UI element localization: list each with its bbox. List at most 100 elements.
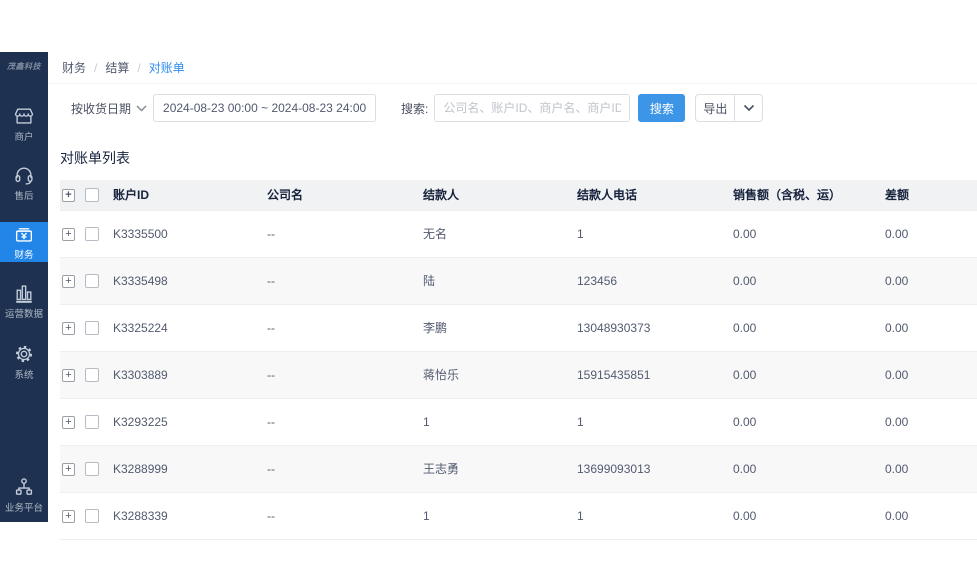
sidebar-item-system[interactable]: 系统 bbox=[0, 342, 48, 382]
sidebar-item-label: 运营数据 bbox=[5, 309, 43, 320]
table-row: + K3303889 -- 蒋怡乐 15915435851 0.00 0.00 bbox=[60, 351, 977, 399]
cell-account-id: K3325224 bbox=[113, 304, 267, 352]
cell-diff: 0.00 bbox=[885, 257, 977, 305]
cell-account-id: K3335500 bbox=[113, 209, 267, 258]
cell-payee: 蒋怡乐 bbox=[423, 351, 577, 399]
sidebar-nav: 商户 售后 财务 运营数据 系统 业务平台 bbox=[0, 104, 48, 515]
statement-table-body: + K3335500 -- 无名 1 0.00 0.00 + K3335498 … bbox=[60, 209, 977, 540]
gear-icon bbox=[12, 343, 36, 365]
cell-diff: 0.00 bbox=[885, 398, 977, 446]
search-input[interactable] bbox=[434, 94, 631, 122]
cell-payee: 李鹏 bbox=[423, 304, 577, 352]
cell-diff: 0.00 bbox=[885, 304, 977, 352]
expand-row-button[interactable]: + bbox=[62, 462, 75, 476]
expand-all-button[interactable]: + bbox=[62, 188, 75, 202]
row-checkbox[interactable] bbox=[85, 367, 99, 382]
cell-diff: 0.00 bbox=[885, 209, 977, 258]
table-row: + K3335498 -- 陆 123456 0.00 0.00 bbox=[60, 257, 977, 305]
expand-row-button[interactable]: + bbox=[62, 415, 75, 429]
date-range-value: 2024-08-23 00:00 ~ 2024-08-23 24:00 bbox=[163, 101, 367, 115]
breadcrumb: 财务 / 结算 / 对账单 bbox=[48, 52, 977, 84]
sidebar-item-aftersale[interactable]: 售后 bbox=[0, 163, 48, 203]
select-all-checkbox[interactable] bbox=[85, 188, 99, 203]
cell-account-id: K3288999 bbox=[113, 445, 267, 493]
org-network-icon bbox=[12, 476, 36, 498]
main-content: 财务 / 结算 / 对账单 按收货日期 2024-08-23 00:00 ~ 2… bbox=[48, 52, 977, 577]
app-logo: 茂鑫科技 bbox=[7, 61, 41, 71]
cell-account-id: K3288339 bbox=[113, 492, 267, 540]
cell-payee: 陆 bbox=[423, 257, 577, 305]
breadcrumb-item-statement: 对账单 bbox=[148, 61, 185, 75]
column-header-account-id: 账户ID bbox=[113, 188, 150, 203]
sidebar-item-label: 系统 bbox=[14, 370, 34, 381]
sidebar-item-merchant[interactable]: 商户 bbox=[0, 104, 48, 144]
cell-company: -- bbox=[267, 398, 423, 446]
cell-payee-phone: 13048930373 bbox=[577, 304, 733, 352]
cell-sales: 0.00 bbox=[733, 445, 885, 493]
sidebar-item-label: 财务 bbox=[14, 250, 34, 261]
cell-payee-phone: 123456 bbox=[577, 257, 733, 305]
date-range-input[interactable]: 2024-08-23 00:00 ~ 2024-08-23 24:00 bbox=[153, 94, 377, 122]
cell-diff: 0.00 bbox=[885, 351, 977, 399]
column-header-diff: 差额 bbox=[885, 188, 910, 203]
row-checkbox[interactable] bbox=[85, 414, 99, 429]
breadcrumb-item-settlement[interactable]: 结算 bbox=[105, 59, 129, 76]
expand-row-button[interactable]: + bbox=[62, 274, 75, 288]
search-button[interactable]: 搜索 bbox=[638, 94, 686, 122]
table-row: + K3293225 -- 1 1 0.00 0.00 bbox=[60, 398, 977, 446]
expand-row-button[interactable]: + bbox=[62, 509, 75, 523]
row-checkbox[interactable] bbox=[85, 508, 99, 523]
sidebar-item-finance[interactable]: 财务 bbox=[0, 222, 48, 262]
cell-account-id: K3293225 bbox=[113, 398, 267, 446]
cell-payee-phone: 1 bbox=[577, 209, 733, 258]
filter-bar: 按收货日期 2024-08-23 00:00 ~ 2024-08-23 24:0… bbox=[48, 84, 977, 134]
cell-diff: 0.00 bbox=[885, 445, 977, 493]
expand-row-button[interactable]: + bbox=[62, 227, 75, 241]
column-header-company: 公司名 bbox=[267, 188, 304, 203]
table-row: + K3288339 -- 1 1 0.00 0.00 bbox=[60, 492, 977, 540]
row-checkbox[interactable] bbox=[85, 273, 99, 288]
search-label: 搜索: bbox=[401, 101, 429, 116]
table-header-row: + 账户ID 公司名 结款人 结款人电话 销售额（含税、运） 差额 bbox=[60, 180, 977, 210]
export-split-button: 导出 bbox=[695, 94, 764, 122]
date-type-label: 按收货日期 bbox=[71, 101, 132, 116]
row-checkbox[interactable] bbox=[85, 226, 99, 241]
bar-chart-icon bbox=[12, 282, 36, 304]
cell-company: -- bbox=[267, 257, 423, 305]
cell-company: -- bbox=[267, 492, 423, 540]
cashbox-yuan-icon bbox=[12, 223, 36, 245]
export-button[interactable]: 导出 bbox=[695, 94, 736, 122]
table-row: + K3335500 -- 无名 1 0.00 0.00 bbox=[60, 209, 977, 258]
breadcrumb-item-finance[interactable]: 财务 bbox=[62, 59, 86, 76]
cell-sales: 0.00 bbox=[733, 304, 885, 352]
storefront-icon bbox=[12, 105, 36, 127]
cell-payee-phone: 15915435851 bbox=[577, 351, 733, 399]
sidebar-item-operations-data[interactable]: 运营数据 bbox=[0, 281, 48, 321]
chevron-down-icon bbox=[743, 104, 754, 112]
cell-account-id: K3303889 bbox=[113, 351, 267, 399]
row-checkbox[interactable] bbox=[85, 461, 99, 476]
cell-sales: 0.00 bbox=[733, 351, 885, 399]
breadcrumb-separator: / bbox=[137, 60, 141, 75]
statement-table: + 账户ID 公司名 结款人 结款人电话 销售额（含税、运） 差额 + K333… bbox=[60, 180, 977, 540]
app-window: 茂鑫科技 商户 售后 财务 运营数据 系统 业务平台 财务 / 结算 / 对账单 bbox=[0, 0, 977, 577]
cell-payee-phone: 13699093013 bbox=[577, 445, 733, 493]
date-type-dropdown[interactable]: 按收货日期 bbox=[71, 100, 147, 117]
cell-sales: 0.00 bbox=[733, 209, 885, 258]
sidebar-item-label: 商户 bbox=[14, 132, 34, 143]
sidebar: 茂鑫科技 商户 售后 财务 运营数据 系统 业务平台 bbox=[0, 52, 48, 522]
cell-company: -- bbox=[267, 351, 423, 399]
calendar-icon bbox=[366, 107, 367, 109]
cell-payee: 王志勇 bbox=[423, 445, 577, 493]
sidebar-item-business-platform[interactable]: 业务平台 bbox=[0, 475, 48, 515]
headset-icon bbox=[12, 164, 36, 186]
cell-company: -- bbox=[267, 304, 423, 352]
breadcrumb-separator: / bbox=[94, 60, 98, 75]
cell-payee: 1 bbox=[423, 492, 577, 540]
expand-row-button[interactable]: + bbox=[62, 368, 75, 382]
export-dropdown-button[interactable] bbox=[735, 94, 764, 122]
table-row: + K3325224 -- 李鹏 13048930373 0.00 0.00 bbox=[60, 304, 977, 352]
expand-row-button[interactable]: + bbox=[62, 321, 75, 335]
cell-payee-phone: 1 bbox=[577, 398, 733, 446]
row-checkbox[interactable] bbox=[85, 320, 99, 335]
